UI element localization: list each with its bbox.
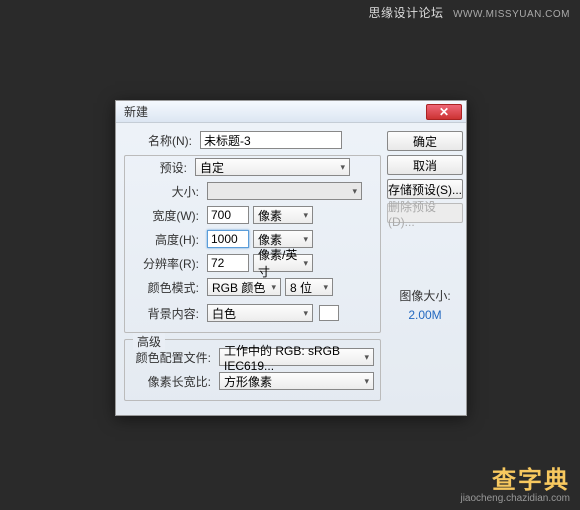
size-label: 大小: bbox=[131, 183, 203, 200]
watermark-url: jiaocheng.chazidian.com bbox=[460, 493, 570, 504]
color-mode-label: 颜色模式: bbox=[131, 279, 203, 296]
bg-value: 白色 bbox=[212, 305, 236, 322]
resolution-unit-value: 像素/英寸 bbox=[258, 246, 308, 280]
delete-preset-button: 删除预设(D)... bbox=[387, 203, 463, 223]
main-fieldset: 预设: 自定 ▾ 大小: ▾ 宽度(W): bbox=[124, 155, 381, 333]
color-mode-value: RGB 颜色 bbox=[212, 279, 265, 296]
height-input[interactable] bbox=[207, 230, 249, 248]
preset-value: 自定 bbox=[200, 159, 224, 176]
name-input[interactable] bbox=[200, 131, 342, 149]
chevron-down-icon: ▾ bbox=[352, 186, 357, 197]
preset-label: 预设: bbox=[131, 159, 191, 176]
chevron-down-icon: ▾ bbox=[303, 210, 308, 221]
height-label: 高度(H): bbox=[131, 231, 203, 248]
image-size-label: 图像大小: bbox=[399, 287, 450, 304]
color-profile-label: 颜色配置文件: bbox=[131, 349, 215, 366]
color-mode-select[interactable]: RGB 颜色 ▾ bbox=[207, 278, 281, 296]
chevron-down-icon: ▾ bbox=[364, 376, 369, 387]
image-size-value: 2.00M bbox=[399, 308, 450, 322]
cancel-button[interactable]: 取消 bbox=[387, 155, 463, 175]
advanced-fieldset: 高级 颜色配置文件: 工作中的 RGB: sRGB IEC619... ▾ 像素… bbox=[124, 339, 381, 401]
width-unit-value: 像素 bbox=[258, 207, 282, 224]
ok-button[interactable]: 确定 bbox=[387, 131, 463, 151]
name-label: 名称(N): bbox=[124, 132, 196, 149]
watermark-text: 思缘设计论坛 bbox=[369, 6, 444, 20]
advanced-legend: 高级 bbox=[133, 333, 165, 350]
size-select: ▾ bbox=[207, 182, 362, 200]
chevron-down-icon: ▾ bbox=[303, 308, 308, 319]
resolution-input[interactable] bbox=[207, 254, 249, 272]
color-profile-select[interactable]: 工作中的 RGB: sRGB IEC619... ▾ bbox=[219, 348, 374, 366]
watermark-logo: 查字典 bbox=[460, 460, 570, 495]
aspect-label: 像素长宽比: bbox=[131, 373, 215, 390]
aspect-value: 方形像素 bbox=[224, 373, 272, 390]
chevron-down-icon: ▾ bbox=[340, 162, 345, 173]
width-unit-select[interactable]: 像素 ▾ bbox=[253, 206, 313, 224]
dialog-title: 新建 bbox=[124, 103, 426, 120]
bg-label: 背景内容: bbox=[131, 305, 203, 322]
close-button[interactable]: ✕ bbox=[426, 104, 462, 120]
close-icon: ✕ bbox=[439, 105, 449, 119]
chevron-down-icon: ▾ bbox=[271, 282, 276, 293]
chevron-down-icon: ▾ bbox=[323, 282, 328, 293]
resolution-label: 分辨率(R): bbox=[131, 255, 203, 272]
preset-select[interactable]: 自定 ▾ bbox=[195, 158, 350, 176]
height-unit-value: 像素 bbox=[258, 231, 282, 248]
watermark-site: WWW.MISSYUAN.COM bbox=[453, 9, 570, 20]
color-profile-value: 工作中的 RGB: sRGB IEC619... bbox=[224, 342, 369, 373]
bit-depth-value: 8 位 bbox=[290, 279, 312, 296]
watermark-top: 思缘设计论坛 WWW.MISSYUAN.COM bbox=[369, 4, 570, 21]
resolution-unit-select[interactable]: 像素/英寸 ▾ bbox=[253, 254, 313, 272]
bit-depth-select[interactable]: 8 位 ▾ bbox=[285, 278, 333, 296]
save-preset-button[interactable]: 存储预设(S)... bbox=[387, 179, 463, 199]
new-document-dialog: 新建 ✕ 名称(N): 预设: 自定 ▾ 大小: bbox=[115, 100, 467, 416]
width-label: 宽度(W): bbox=[131, 207, 203, 224]
image-size-info: 图像大小: 2.00M bbox=[399, 287, 450, 322]
chevron-down-icon: ▾ bbox=[303, 234, 308, 245]
chevron-down-icon: ▾ bbox=[303, 258, 308, 269]
chevron-down-icon: ▾ bbox=[364, 352, 369, 363]
width-input[interactable] bbox=[207, 206, 249, 224]
aspect-select[interactable]: 方形像素 ▾ bbox=[219, 372, 374, 390]
bg-swatch[interactable] bbox=[319, 305, 339, 321]
watermark-bottom: 查字典 jiaocheng.chazidian.com bbox=[460, 460, 570, 504]
titlebar[interactable]: 新建 ✕ bbox=[116, 101, 466, 123]
bg-select[interactable]: 白色 ▾ bbox=[207, 304, 313, 322]
